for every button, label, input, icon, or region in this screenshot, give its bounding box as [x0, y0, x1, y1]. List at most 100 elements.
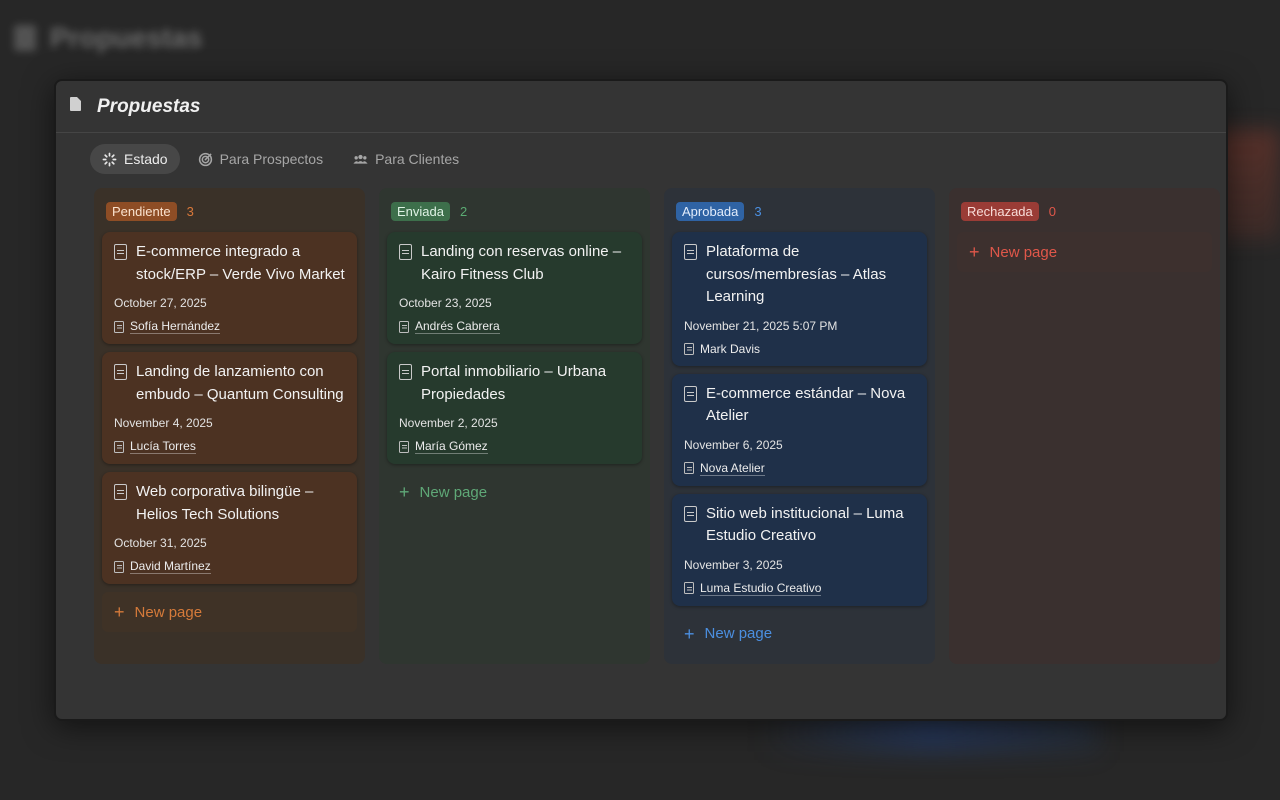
- plus-icon: +: [684, 623, 695, 644]
- tab-label: Estado: [124, 151, 168, 167]
- plus-icon: +: [114, 602, 125, 622]
- column-aprobada: Aprobada 3 Plataforma de cursos/membresí…: [664, 188, 935, 664]
- people-icon: [353, 154, 368, 164]
- board-card[interactable]: Sitio web institucional – Luma Estudio C…: [672, 493, 927, 606]
- column-header[interactable]: Enviada 2: [379, 198, 650, 224]
- card-relation[interactable]: Nova Atelier: [684, 461, 915, 476]
- new-page-label: New page: [989, 243, 1058, 261]
- document-icon: [114, 364, 127, 380]
- card-date: November 4, 2025: [114, 416, 213, 430]
- document-icon: [399, 320, 409, 333]
- document-icon: [114, 244, 127, 260]
- card-relation[interactable]: María Gómez: [399, 439, 630, 454]
- modal-title[interactable]: Propuestas: [97, 96, 200, 118]
- new-page-button[interactable]: + New page: [957, 232, 1212, 272]
- status-badge: Aprobada: [676, 201, 745, 221]
- board-card[interactable]: Portal inmobiliario – Urbana Propiedades…: [387, 352, 642, 464]
- view-tabs: Estado Para Prospectos Para Clientes: [90, 143, 1226, 175]
- relation-name[interactable]: Mark Davis: [700, 342, 760, 356]
- card-relation[interactable]: David Martínez: [114, 559, 345, 574]
- card-title: Landing de lanzamiento con embudo – Quan…: [114, 361, 345, 406]
- column-pendiente: Pendiente 3 E-commerce integrado a stock…: [94, 188, 365, 664]
- column-count: 2: [459, 203, 468, 219]
- board-card[interactable]: Landing con reservas online – Kairo Fitn…: [387, 232, 642, 344]
- column-enviada: Enviada 2 Landing con reservas online – …: [379, 188, 650, 664]
- document-icon: [684, 505, 697, 522]
- card-title: Plataforma de cursos/membresías – Atlas …: [684, 241, 915, 309]
- card-title: E-commerce integrado a stock/ERP – Verde…: [114, 241, 345, 286]
- document-icon: [684, 582, 694, 594]
- tab-estado[interactable]: Estado: [90, 144, 180, 174]
- card-date: November 2, 2025: [399, 416, 498, 430]
- plus-icon: +: [969, 242, 980, 262]
- new-page-button[interactable]: + New page: [672, 614, 927, 654]
- board-card[interactable]: Web corporativa bilingüe – Helios Tech S…: [102, 472, 357, 584]
- card-title-text: Web corporativa bilingüe – Helios Tech S…: [136, 483, 314, 523]
- document-icon: [684, 462, 694, 474]
- document-icon: [114, 440, 124, 453]
- card-title: Portal inmobiliario – Urbana Propiedades: [399, 361, 630, 406]
- card-title-text: Landing con reservas online – Kairo Fitn…: [421, 243, 622, 283]
- card-title: Web corporativa bilingüe – Helios Tech S…: [114, 481, 345, 526]
- card-date: October 31, 2025: [114, 536, 207, 550]
- column-count: 0: [1048, 203, 1057, 219]
- column-count: 3: [754, 203, 762, 219]
- column-header[interactable]: Pendiente 3: [94, 198, 365, 224]
- card-title: E-commerce estándar – Nova Atelier: [684, 383, 915, 428]
- page-icon: [70, 96, 81, 111]
- column-rechazada: Rechazada 0 + New page: [949, 188, 1220, 664]
- database-modal: Propuestas Estado Para Prospectos Para C…: [54, 79, 1228, 721]
- status-badge: Pendiente: [106, 201, 177, 221]
- tab-para-prospectos[interactable]: Para Prospectos: [186, 144, 336, 174]
- target-icon: [198, 152, 212, 166]
- column-header[interactable]: Rechazada 0: [949, 198, 1220, 224]
- card-relation[interactable]: Luma Estudio Creativo: [684, 581, 915, 596]
- document-icon: [399, 244, 412, 260]
- card-date: October 23, 2025: [399, 296, 492, 310]
- card-relation[interactable]: Mark Davis: [684, 342, 915, 356]
- card-title-text: E-commerce integrado a stock/ERP – Verde…: [136, 243, 345, 283]
- relation-name[interactable]: Lucía Torres: [130, 439, 196, 454]
- tab-label: Para Prospectos: [219, 151, 324, 167]
- card-relation[interactable]: Lucía Torres: [114, 439, 345, 454]
- card-title-text: Plataforma de cursos/membresías – Atlas …: [706, 243, 887, 305]
- loader-icon: [102, 152, 117, 166]
- column-count: 3: [186, 203, 194, 219]
- document-icon: [399, 440, 409, 453]
- relation-name[interactable]: David Martínez: [130, 559, 211, 574]
- new-page-button[interactable]: + New page: [102, 592, 357, 632]
- board-card[interactable]: E-commerce estándar – Nova Atelier Novem…: [672, 373, 927, 486]
- new-page-label: New page: [419, 483, 488, 501]
- relation-name[interactable]: Sofía Hernández: [130, 319, 221, 334]
- relation-name[interactable]: María Gómez: [415, 439, 488, 454]
- modal-header: Propuestas: [56, 81, 1226, 133]
- relation-name[interactable]: Nova Atelier: [700, 461, 765, 476]
- card-date: November 21, 2025 5:07 PM: [684, 318, 838, 333]
- card-relation[interactable]: Sofía Hernández: [114, 319, 345, 334]
- new-page-button[interactable]: + New page: [387, 472, 642, 512]
- relation-name[interactable]: Luma Estudio Creativo: [700, 581, 822, 596]
- document-icon: [114, 560, 124, 573]
- board-card[interactable]: E-commerce integrado a stock/ERP – Verde…: [102, 232, 357, 344]
- tab-para-clientes[interactable]: Para Clientes: [341, 144, 471, 174]
- card-date: November 3, 2025: [684, 557, 783, 572]
- card-title-text: E-commerce estándar – Nova Atelier: [706, 384, 906, 425]
- relation-name[interactable]: Andrés Cabrera: [415, 319, 500, 334]
- card-title: Landing con reservas online – Kairo Fitn…: [399, 241, 630, 286]
- document-icon: [684, 342, 694, 355]
- board-card[interactable]: Landing de lanzamiento con embudo – Quan…: [102, 352, 357, 464]
- document-icon: [399, 364, 412, 380]
- board-card[interactable]: Plataforma de cursos/membresías – Atlas …: [672, 232, 927, 366]
- document-icon: [684, 244, 697, 260]
- tab-label: Para Clientes: [375, 151, 460, 167]
- card-title-text: Sitio web institucional – Luma Estudio C…: [706, 504, 904, 545]
- card-relation[interactable]: Andrés Cabrera: [399, 319, 630, 334]
- card-date: October 27, 2025: [114, 296, 207, 310]
- card-title-text: Landing de lanzamiento con embudo – Quan…: [136, 363, 344, 403]
- column-header[interactable]: Aprobada 3: [664, 198, 935, 224]
- new-page-label: New page: [704, 625, 773, 642]
- status-badge: Enviada: [391, 201, 450, 221]
- status-badge: Rechazada: [961, 201, 1039, 221]
- card-date: November 6, 2025: [684, 437, 783, 452]
- kanban-board: Pendiente 3 E-commerce integrado a stock…: [94, 188, 1220, 664]
